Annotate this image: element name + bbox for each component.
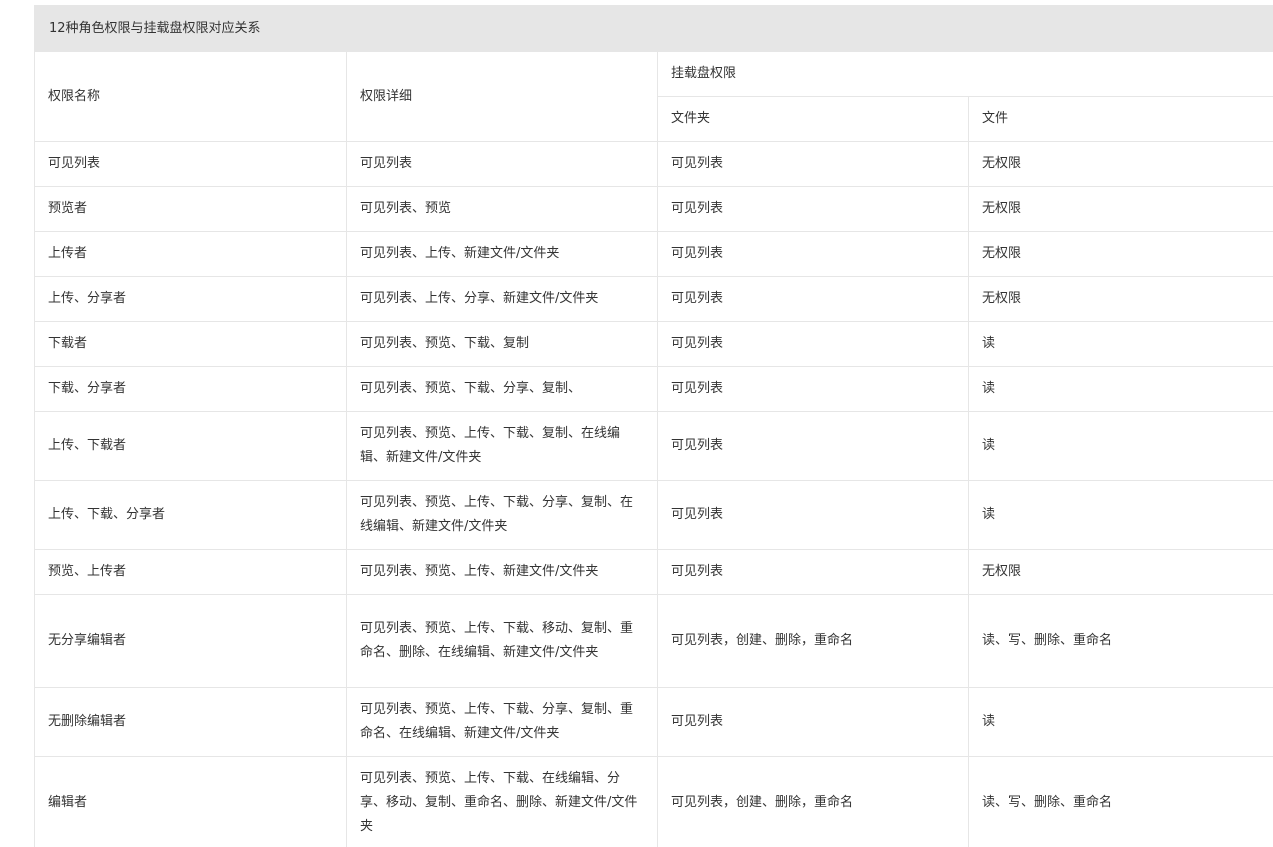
permissions-table-container: 12种角色权限与挂载盘权限对应关系 权限名称 权限详细 挂载盘权限 文件夹 文件…: [33, 5, 1273, 847]
cell-permission-name: 下载、分享者: [34, 366, 347, 412]
header-permission-detail: 权限详细: [346, 51, 658, 142]
cell-folder-permission: 可见列表: [657, 321, 969, 367]
cell-permission-detail: 可见列表、预览: [346, 186, 658, 232]
table-row: 下载、分享者 可见列表、预览、下载、分享、复制、 可见列表 读: [34, 366, 1273, 412]
cell-permission-detail: 可见列表、预览、上传、下载、分享、复制、重命名、在线编辑、新建文件/文件夹: [346, 687, 658, 757]
table-row: 上传、下载、分享者 可见列表、预览、上传、下载、分享、复制、在线编辑、新建文件/…: [34, 480, 1273, 550]
table-row: 无删除编辑者 可见列表、预览、上传、下载、分享、复制、重命名、在线编辑、新建文件…: [34, 687, 1273, 757]
header-folder: 文件夹: [657, 96, 969, 142]
cell-permission-detail: 可见列表、预览、下载、复制: [346, 321, 658, 367]
cell-file-permission: 读: [967, 687, 1273, 757]
cell-folder-permission: 可见列表: [657, 276, 969, 322]
cell-permission-name: 上传者: [34, 231, 347, 277]
cell-file-permission: 读、写、删除、重命名: [967, 594, 1273, 688]
cell-folder-permission: 可见列表: [657, 687, 969, 757]
cell-permission-name: 编辑者: [34, 756, 347, 847]
cell-folder-permission: 可见列表: [657, 231, 969, 277]
cell-permission-detail: 可见列表、预览、上传、下载、在线编辑、分享、移动、复制、重命名、删除、新建文件/…: [346, 756, 658, 847]
cell-permission-detail: 可见列表、预览、上传、新建文件/文件夹: [346, 549, 658, 595]
cell-folder-permission: 可见列表: [657, 366, 969, 412]
table-row: 上传者 可见列表、上传、新建文件/文件夹 可见列表 无权限: [34, 231, 1273, 277]
header-mount-disk-permission: 挂载盘权限: [656, 51, 1273, 97]
cell-permission-name: 上传、下载者: [34, 411, 347, 481]
cell-folder-permission: 可见列表: [657, 411, 969, 481]
table-row: 预览、上传者 可见列表、预览、上传、新建文件/文件夹 可见列表 无权限: [34, 549, 1273, 595]
cell-permission-detail: 可见列表、上传、分享、新建文件/文件夹: [346, 276, 658, 322]
cell-permission-detail: 可见列表、预览、上传、下载、移动、复制、重命名、删除、在线编辑、新建文件/文件夹: [346, 594, 658, 688]
cell-file-permission: 读: [967, 480, 1273, 550]
table-row: 上传、分享者 可见列表、上传、分享、新建文件/文件夹 可见列表 无权限: [34, 276, 1273, 322]
cell-file-permission: 读: [967, 321, 1273, 367]
header-permission-name: 权限名称: [34, 51, 347, 142]
table-row: 下载者 可见列表、预览、下载、复制 可见列表 读: [34, 321, 1273, 367]
cell-permission-name: 上传、分享者: [34, 276, 347, 322]
table-row: 编辑者 可见列表、预览、上传、下载、在线编辑、分享、移动、复制、重命名、删除、新…: [34, 756, 1273, 847]
table-row: 上传、下载者 可见列表、预览、上传、下载、复制、在线编辑、新建文件/文件夹 可见…: [34, 411, 1273, 481]
permissions-table: 12种角色权限与挂载盘权限对应关系 权限名称 权限详细 挂载盘权限 文件夹 文件…: [33, 5, 1273, 847]
cell-file-permission: 无权限: [967, 276, 1273, 322]
cell-file-permission: 无权限: [967, 231, 1273, 277]
cell-file-permission: 读、写、删除、重命名: [967, 756, 1273, 847]
cell-folder-permission: 可见列表，创建、删除，重命名: [657, 756, 969, 847]
cell-folder-permission: 可见列表，创建、删除，重命名: [657, 594, 969, 688]
cell-file-permission: 读: [967, 366, 1273, 412]
cell-folder-permission: 可见列表: [657, 141, 969, 187]
cell-folder-permission: 可见列表: [657, 186, 969, 232]
cell-permission-name: 预览、上传者: [34, 549, 347, 595]
table-caption-row: 12种角色权限与挂载盘权限对应关系: [33, 5, 1273, 52]
header-file: 文件: [967, 96, 1273, 142]
table-row: 无分享编辑者 可见列表、预览、上传、下载、移动、复制、重命名、删除、在线编辑、新…: [34, 594, 1273, 688]
table-row: 可见列表 可见列表 可见列表 无权限: [34, 141, 1273, 187]
cell-file-permission: 无权限: [967, 549, 1273, 595]
table-row: 预览者 可见列表、预览 可见列表 无权限: [34, 186, 1273, 232]
cell-file-permission: 读: [967, 411, 1273, 481]
cell-file-permission: 无权限: [967, 186, 1273, 232]
cell-permission-detail: 可见列表、预览、上传、下载、分享、复制、在线编辑、新建文件/文件夹: [346, 480, 658, 550]
cell-permission-detail: 可见列表、预览、下载、分享、复制、: [346, 366, 658, 412]
cell-permission-name: 下载者: [34, 321, 347, 367]
table-caption: 12种角色权限与挂载盘权限对应关系: [33, 5, 1273, 52]
cell-folder-permission: 可见列表: [657, 549, 969, 595]
cell-permission-name: 预览者: [34, 186, 347, 232]
cell-permission-name: 可见列表: [34, 141, 347, 187]
cell-file-permission: 无权限: [967, 141, 1273, 187]
header-row-top: 权限名称 权限详细 挂载盘权限: [34, 51, 1273, 142]
cell-folder-permission: 可见列表: [657, 480, 969, 550]
cell-permission-name: 无分享编辑者: [34, 594, 347, 688]
cell-permission-detail: 可见列表: [346, 141, 658, 187]
cell-permission-name: 上传、下载、分享者: [34, 480, 347, 550]
cell-permission-detail: 可见列表、预览、上传、下载、复制、在线编辑、新建文件/文件夹: [346, 411, 658, 481]
cell-permission-name: 无删除编辑者: [34, 687, 347, 757]
cell-permission-detail: 可见列表、上传、新建文件/文件夹: [346, 231, 658, 277]
